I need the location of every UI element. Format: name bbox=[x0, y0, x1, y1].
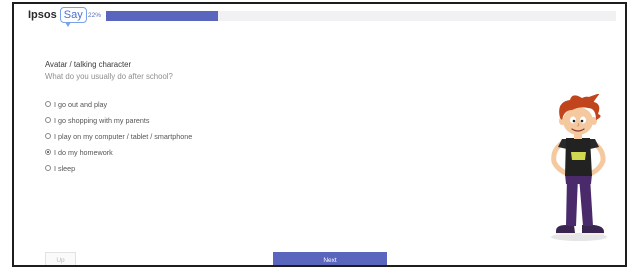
answer-option-play-on-computer[interactable]: I play on my computer / tablet / smartph… bbox=[45, 128, 192, 144]
logo-product-text: Say bbox=[63, 9, 83, 21]
answer-option-label: I sleep bbox=[54, 163, 76, 173]
answer-option-do-homework[interactable]: I do my homework bbox=[45, 144, 192, 160]
question-text: What do you usually do after school? bbox=[45, 72, 173, 81]
survey-window: Ipsos Say 22% Avatar / talking character… bbox=[12, 2, 627, 267]
progress-percentage: 22% bbox=[88, 12, 102, 19]
radio-button[interactable] bbox=[45, 133, 51, 139]
next-button[interactable]: Next bbox=[273, 252, 387, 265]
progress-bar bbox=[106, 11, 616, 21]
answer-option-sleep[interactable]: I sleep bbox=[45, 160, 192, 176]
progress-bar-fill bbox=[106, 11, 219, 21]
up-button[interactable]: Up bbox=[45, 252, 76, 265]
radio-button[interactable] bbox=[45, 101, 51, 107]
answer-option-label: I go out and play bbox=[54, 99, 108, 109]
radio-button[interactable] bbox=[45, 117, 51, 123]
radio-button[interactable] bbox=[45, 165, 51, 171]
answer-option-go-out-and-play[interactable]: I go out and play bbox=[45, 96, 192, 112]
answer-option-go-shopping[interactable]: I go shopping with my parents bbox=[45, 112, 192, 128]
answer-option-label: I go shopping with my parents bbox=[54, 115, 150, 125]
logo-brand-text: Ipsos bbox=[28, 9, 57, 21]
answer-option-label: I play on my computer / tablet / smartph… bbox=[54, 131, 193, 141]
answer-options: I go out and play I go shopping with my … bbox=[45, 96, 192, 176]
ipsos-say-logo: Ipsos Say bbox=[28, 7, 87, 27]
answer-option-label: I do my homework bbox=[54, 147, 113, 157]
radio-button[interactable] bbox=[45, 149, 51, 155]
question-title: Avatar / talking character bbox=[45, 60, 132, 69]
survey-header: Ipsos Say 22% bbox=[14, 4, 625, 30]
cartoon-boy-avatar-icon bbox=[551, 94, 607, 241]
logo-speech-bubble-icon: Say bbox=[59, 7, 87, 27]
